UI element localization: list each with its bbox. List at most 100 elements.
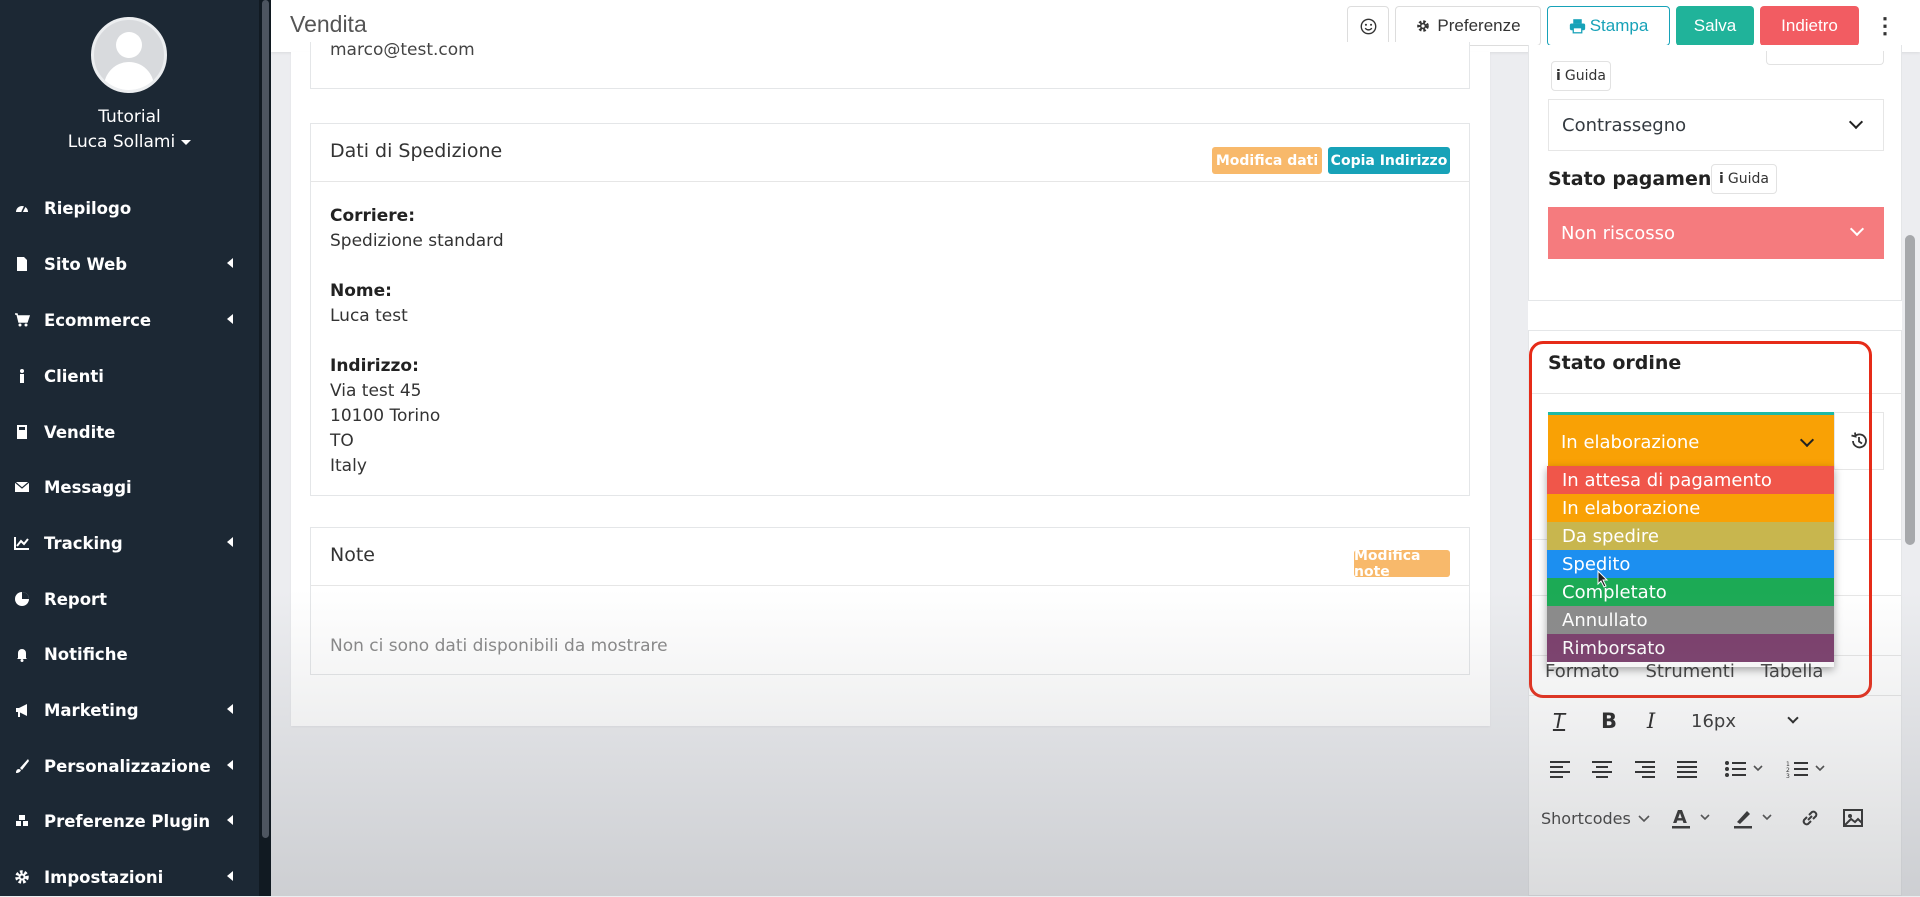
sidebar-item-label: Report (44, 589, 108, 609)
indietro-button[interactable]: Indietro (1760, 6, 1859, 46)
sidebar-item-label: Clienti (44, 366, 104, 386)
chevron-left-icon (227, 314, 233, 324)
modifica-dati-button[interactable]: Modifica dati (1212, 147, 1322, 174)
bullhorn-icon (14, 702, 30, 718)
guida-label: Guida (1564, 68, 1606, 84)
corriere-value: Spedizione standard (330, 231, 504, 251)
gear-icon (14, 869, 30, 885)
sidebar-item-label: Riepilogo (44, 198, 132, 218)
chevron-left-icon (227, 704, 233, 714)
sidebar-item-tracking[interactable]: Tracking (0, 523, 259, 563)
sidebar-item-label: Messaggi (44, 477, 132, 497)
note-title: Note (330, 544, 375, 566)
file-icon (14, 256, 30, 272)
shortcodes-label: Shortcodes (1541, 808, 1631, 828)
stato-pagamento-select[interactable]: Non riscosso (1548, 207, 1884, 259)
calculator-icon (14, 424, 30, 440)
bell-icon (14, 646, 30, 662)
sidebar-item-ecommerce[interactable]: Ecommerce (0, 300, 259, 340)
user-organization: Tutorial (98, 107, 161, 127)
shipping-card: Dati di Spedizione Modifica dati Copia I… (310, 123, 1470, 496)
brush-icon (14, 758, 30, 774)
metodo-pagamento-value: Contrassegno (1562, 114, 1687, 136)
image-icon[interactable] (1838, 800, 1868, 836)
font-size-select[interactable]: 16px (1679, 702, 1809, 740)
chevron-left-icon (227, 537, 233, 547)
main-content: marco@test.com Dati di Spedizione Modifi… (291, 40, 1490, 726)
sidebar-item-report[interactable]: Report (0, 579, 259, 619)
chevron-left-icon (227, 871, 233, 881)
sidebar: Tutorial Luca Sollami Riepilogo Sito Web E… (0, 0, 271, 896)
user-name: Luca Sollami (67, 132, 176, 152)
payment-card: i Guida Contrassegno Stato pagamento i Gui… (1528, 45, 1902, 301)
sidebar-item-preferenze-plugin[interactable]: Preferenze Plugin (0, 801, 259, 841)
avatar[interactable] (91, 17, 167, 93)
text-color-icon[interactable]: A (1669, 800, 1719, 836)
indirizzo-line: TO (330, 431, 354, 451)
chevron-left-icon (227, 815, 233, 825)
nome-value: Luca test (330, 306, 408, 326)
sidebar-item-personalizzazione[interactable]: Personalizzazione (0, 746, 259, 786)
preferenze-button[interactable]: Preferenze (1395, 6, 1541, 46)
printer-icon (1569, 19, 1585, 34)
divider (311, 181, 1469, 182)
bold-icon[interactable]: B (1591, 702, 1627, 740)
email-value: marco@test.com (330, 40, 475, 60)
sidebar-item-label: Ecommerce (44, 310, 152, 330)
modifica-note-button[interactable]: Modifica note (1354, 548, 1450, 580)
sidebar-item-label: Impostazioni (44, 867, 164, 887)
sidebar-item-riepilogo[interactable]: Riepilogo (0, 188, 259, 228)
align-left-icon[interactable] (1545, 751, 1575, 787)
pie-chart-icon (14, 591, 30, 607)
copia-indirizzo-button[interactable]: Copia Indirizzo (1328, 147, 1450, 174)
stampa-button[interactable]: Stampa (1547, 6, 1670, 46)
indirizzo-line: Italy (330, 456, 367, 476)
chevron-down-icon (1787, 712, 1799, 724)
sidebar-scrollbar[interactable] (262, 0, 269, 838)
envelope-icon (14, 479, 30, 495)
sidebar-item-label: Vendite (44, 422, 116, 442)
align-justify-icon[interactable] (1672, 751, 1702, 787)
dashboard-icon (14, 200, 30, 216)
chevron-down-icon (1848, 114, 1864, 130)
preferenze-label: Preferenze (1437, 16, 1521, 35)
italic-icon[interactable]: I (1633, 702, 1669, 740)
guida-label: Guida (1727, 171, 1769, 187)
sidebar-item-clienti[interactable]: Clienti (0, 356, 259, 396)
font-size-value: 16px (1691, 710, 1736, 732)
indirizzo-label: Indirizzo: (330, 356, 419, 376)
guida-button[interactable]: i Guida (1551, 61, 1611, 91)
sidebar-item-label: Notifiche (44, 644, 128, 664)
user-menu[interactable]: Luca Sollami (0, 132, 259, 152)
highlight-annotation (1529, 341, 1872, 698)
note-empty-text: Non ci sono dati disponibili da mostrare (330, 636, 668, 656)
emoji-button[interactable] (1347, 6, 1389, 46)
clear-format-icon[interactable]: T (1539, 702, 1579, 740)
sidebar-item-notifiche[interactable]: Notifiche (0, 634, 259, 674)
sidebar-item-messaggi[interactable]: Messaggi (0, 467, 259, 507)
sidebar-item-label: Tracking (44, 533, 123, 553)
bullet-list-icon[interactable] (1721, 751, 1771, 787)
link-icon[interactable] (1795, 800, 1825, 836)
sidebar-item-marketing[interactable]: Marketing (0, 690, 259, 730)
right-panel-scrollbar[interactable] (1905, 235, 1915, 545)
highlight-color-icon[interactable] (1731, 800, 1781, 836)
svg-text:A: A (1673, 807, 1687, 828)
salva-button[interactable]: Salva (1676, 6, 1754, 46)
gear-icon (1417, 20, 1430, 32)
indirizzo-line: Via test 45 (330, 381, 422, 401)
shortcodes-select[interactable]: Shortcodes (1541, 800, 1653, 836)
partial-button[interactable] (1766, 51, 1884, 65)
align-right-icon[interactable] (1630, 751, 1660, 787)
align-center-icon[interactable] (1587, 751, 1617, 787)
numbered-list-icon[interactable]: 123 (1783, 751, 1833, 787)
sidebar-item-sito-web[interactable]: Sito Web (0, 244, 259, 284)
more-options-icon[interactable]: ⋮ (1867, 6, 1903, 46)
sidebar-item-label: Sito Web (44, 254, 128, 274)
shipping-title: Dati di Spedizione (330, 140, 503, 162)
svg-text:3: 3 (1786, 773, 1790, 778)
guida-button[interactable]: i Guida (1711, 164, 1777, 194)
metodo-pagamento-select[interactable]: Contrassegno (1548, 99, 1884, 151)
sidebar-item-impostazioni[interactable]: Impostazioni (0, 857, 259, 897)
sidebar-item-vendite[interactable]: Vendite (0, 412, 259, 452)
